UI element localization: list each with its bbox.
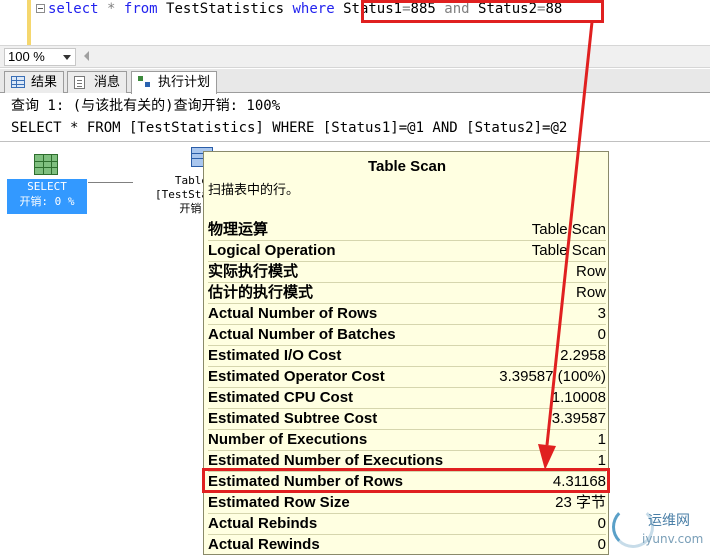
grid-icon xyxy=(11,76,25,88)
property-value: 3 xyxy=(597,305,606,322)
tooltip-property-row: 实际执行模式 Row xyxy=(208,262,606,283)
property-name: 实际执行模式 xyxy=(208,263,299,280)
property-value: Table Scan xyxy=(531,242,606,259)
property-value: Table Scan xyxy=(531,221,606,238)
tab-messages-label: 消息 xyxy=(94,74,121,89)
table-node-line3: 开销: xyxy=(179,202,208,215)
property-value: 0 xyxy=(597,536,606,553)
tab-results-label: 结果 xyxy=(31,74,58,89)
select-node-cost: 开销: 0 % xyxy=(19,195,75,208)
property-value: 23 字节 xyxy=(555,494,606,511)
tooltip-property-row: Estimated CPU Cost 1.10008 xyxy=(208,388,606,409)
watermark-en: iyunv.com xyxy=(642,532,704,546)
property-name: Actual Rewinds xyxy=(208,536,320,553)
tooltip-property-row: 估计的执行模式 Row xyxy=(208,283,606,304)
sql-table-name: TestStatistics xyxy=(166,1,285,17)
tooltip-description: 扫描表中的行。 xyxy=(208,182,300,197)
select-operator-icon[interactable] xyxy=(34,154,58,175)
zoom-value: 100 % xyxy=(8,49,45,64)
property-name: 估计的执行模式 xyxy=(208,284,314,301)
property-name: Estimated I/O Cost xyxy=(208,347,342,364)
tooltip-property-row: Actual Number of Rows 3 xyxy=(208,304,606,325)
query-text-line: SELECT * FROM [TestStatistics] WHERE [St… xyxy=(11,120,568,136)
select-node-label: SELECT xyxy=(27,180,67,193)
sql-keyword-where: where xyxy=(292,1,335,17)
zoom-select[interactable]: 100 % xyxy=(4,48,76,66)
change-tracking-bar xyxy=(27,0,31,45)
plan-connector-line xyxy=(88,182,133,183)
property-name: Estimated CPU Cost xyxy=(208,389,354,406)
highlight-where-clause xyxy=(361,0,604,23)
property-name: Actual Rebinds xyxy=(208,515,318,532)
tooltip-title: Table Scan xyxy=(367,158,447,175)
tab-execution-plan-label: 执行计划 xyxy=(158,74,211,89)
property-value: Row xyxy=(575,263,606,280)
table-scan-node-label[interactable]: Table [TestSta 开销: xyxy=(138,174,208,216)
table-scan-tooltip: Table Scan 扫描表中的行。 物理运算 Table Scan Logical… xyxy=(203,151,609,555)
property-name: Estimated Row Size xyxy=(208,494,350,511)
tooltip-property-row: Estimated Subtree Cost 3.39587 xyxy=(208,409,606,430)
watermark-cn: 运维网 xyxy=(648,513,690,529)
execution-plan-icon xyxy=(138,76,152,89)
property-value: 1 xyxy=(597,431,606,448)
result-tabs: 结果 消息 执行计划 xyxy=(0,69,710,94)
sql-star: * xyxy=(107,1,116,17)
sql-keyword-select: select xyxy=(48,1,99,17)
property-value: 3.39587 xyxy=(551,410,606,427)
message-icon xyxy=(74,76,85,89)
zoom-bar: 100 % xyxy=(0,45,710,68)
property-name: Estimated Operator Cost xyxy=(208,368,385,385)
property-value: Row xyxy=(575,284,606,301)
collapse-icon[interactable] xyxy=(36,4,45,13)
scroll-left-icon[interactable] xyxy=(84,51,89,61)
tooltip-property-row: Actual Rewinds 0 xyxy=(208,535,606,555)
highlight-estimated-rows xyxy=(202,468,610,493)
table-node-line1: Table xyxy=(174,174,208,187)
sql-keyword-from: from xyxy=(123,1,158,17)
table-node-line2: [TestSta xyxy=(155,188,208,201)
tooltip-property-row: Number of Executions 1 xyxy=(208,430,606,451)
query-cost-line: 查询 1: (与该批有关的)查询开销: 100% xyxy=(11,98,281,114)
chevron-down-icon[interactable] xyxy=(63,55,71,60)
property-name: Number of Executions xyxy=(208,431,368,448)
tooltip-property-row: Estimated I/O Cost 2.2958 xyxy=(208,346,606,367)
tooltip-property-row: Actual Rebinds 0 xyxy=(208,514,606,535)
tab-results[interactable]: 结果 xyxy=(4,71,65,93)
property-value: 0 xyxy=(597,326,606,343)
select-operator-node[interactable]: SELECT 开销: 0 % xyxy=(7,179,87,214)
tooltip-property-row: Actual Number of Batches 0 xyxy=(208,325,606,346)
tooltip-property-row: 物理运算 Table Scan xyxy=(208,220,606,241)
property-value: 0 xyxy=(597,515,606,532)
property-name: Estimated Subtree Cost xyxy=(208,410,378,427)
property-value: 1.10008 xyxy=(551,389,606,406)
tooltip-property-row: Logical Operation Table Scan xyxy=(208,241,606,262)
plan-header: 查询 1: (与该批有关的)查询开销: 100% SELECT * FROM [… xyxy=(0,94,710,142)
tab-execution-plan[interactable]: 执行计划 xyxy=(131,71,218,94)
property-name: Logical Operation xyxy=(208,242,336,259)
tooltip-property-row: Estimated Row Size 23 字节 xyxy=(208,493,606,514)
editor-margin xyxy=(0,0,30,45)
property-name: 物理运算 xyxy=(208,221,269,238)
property-name: Actual Number of Rows xyxy=(208,305,378,322)
property-name: Actual Number of Batches xyxy=(208,326,396,343)
tab-messages[interactable]: 消息 xyxy=(67,71,128,93)
watermark-logo: 运维网 iyunv.com xyxy=(612,506,708,552)
property-value: 3.39587 (100%) xyxy=(499,368,606,385)
tooltip-property-row: Estimated Operator Cost 3.39587 (100%) xyxy=(208,367,606,388)
property-value: 2.2958 xyxy=(560,347,606,364)
